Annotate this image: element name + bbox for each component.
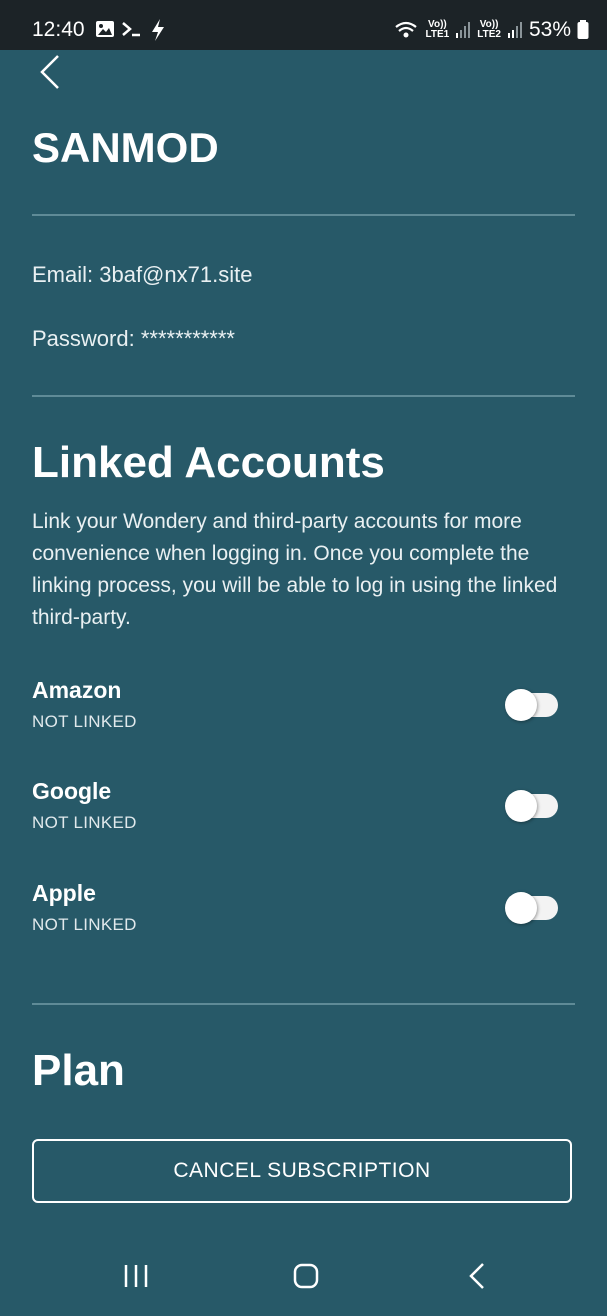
wifi-icon <box>394 21 417 38</box>
sim2-label: Vo)) LTE2 <box>477 19 501 40</box>
status-bar: 12:40 Vo)) LTE1 Vo)) LTE2 53% <box>0 0 607 50</box>
account-name: Amazon <box>32 677 122 703</box>
plan-heading: Plan <box>32 1046 125 1095</box>
apple-link-toggle[interactable] <box>505 892 558 924</box>
home-button[interactable] <box>276 1252 336 1302</box>
cancel-subscription-button[interactable]: CANCEL SUBSCRIPTION <box>32 1139 572 1203</box>
toggle-knob <box>505 892 537 924</box>
signal-icon-2 <box>507 22 522 38</box>
back-button[interactable] <box>36 52 70 92</box>
account-status: NOT LINKED <box>32 813 137 832</box>
password-text: Password: *********** <box>32 326 235 351</box>
back-icon <box>469 1263 484 1289</box>
battery-icon <box>577 20 589 39</box>
linked-accounts-heading: Linked Accounts <box>32 438 385 487</box>
bolt-icon <box>152 19 164 41</box>
nav-back-button[interactable] <box>446 1252 506 1302</box>
toggle-knob <box>505 790 537 822</box>
account-name: Google <box>32 778 112 804</box>
system-nav-bar <box>0 1240 607 1316</box>
recent-apps-icon <box>124 1265 148 1287</box>
home-icon <box>293 1263 319 1289</box>
recent-apps-button[interactable] <box>106 1252 166 1302</box>
page-title: SANMOD <box>32 124 219 171</box>
status-time: 12:40 <box>32 18 85 41</box>
sim1-label: Vo)) LTE1 <box>425 19 450 40</box>
status-right: Vo)) LTE1 Vo)) LTE2 53% <box>394 18 589 42</box>
battery-percent: 53% <box>528 18 571 41</box>
chevron-left-icon <box>40 55 59 89</box>
amazon-link-toggle[interactable] <box>505 689 558 721</box>
account-name: Apple <box>32 880 96 906</box>
image-icon <box>96 21 114 37</box>
divider <box>32 1003 575 1005</box>
divider <box>32 214 575 216</box>
account-status: NOT LINKED <box>32 915 137 934</box>
divider <box>32 395 575 397</box>
linked-accounts-description: Link your Wondery and third-party accoun… <box>32 510 558 629</box>
signal-icon <box>456 22 471 38</box>
email-text: Email: 3baf@nx71.site <box>32 262 253 287</box>
google-link-toggle[interactable] <box>505 790 558 822</box>
account-status: NOT LINKED <box>32 712 137 731</box>
terminal-icon <box>122 22 140 37</box>
toggle-knob <box>505 689 537 721</box>
